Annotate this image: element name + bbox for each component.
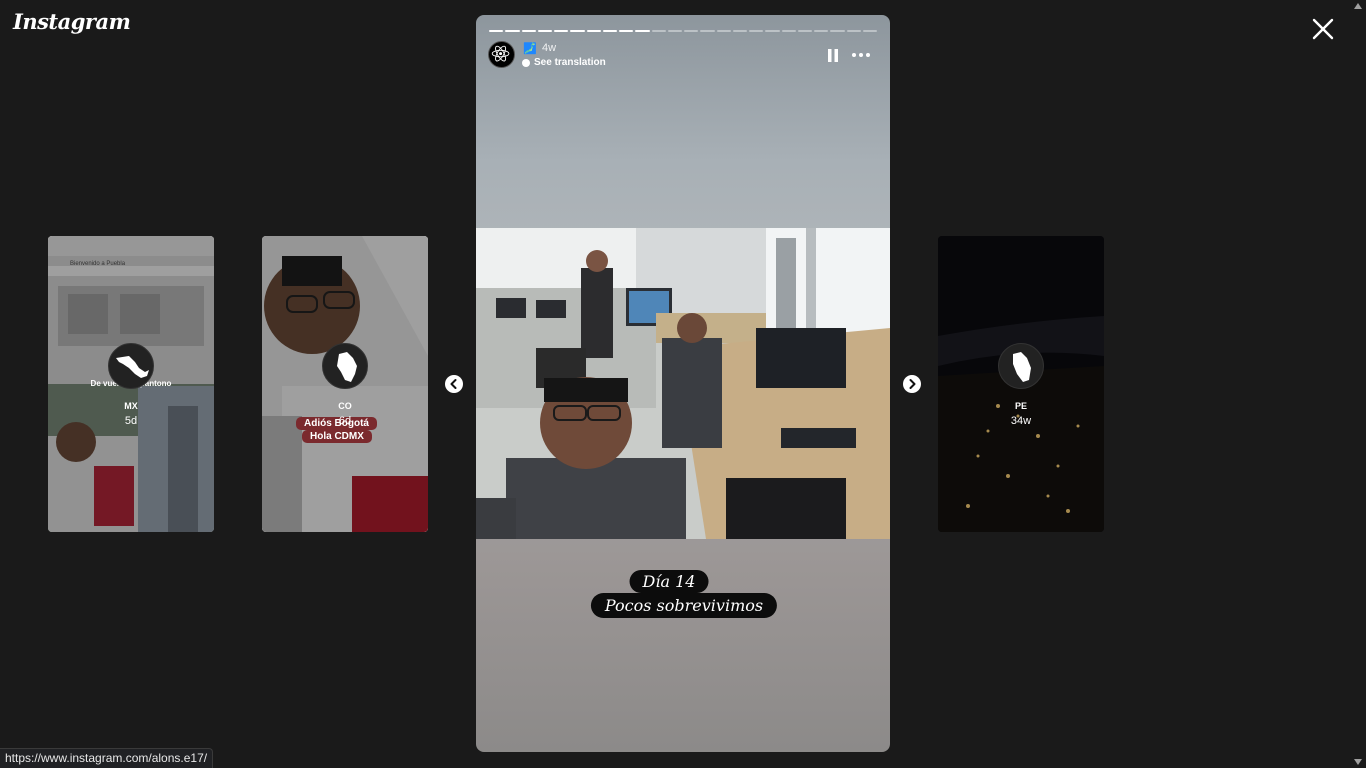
progress-segment <box>586 30 601 32</box>
progress-segment <box>554 30 569 32</box>
progress-segment <box>846 30 861 32</box>
story-viewer[interactable]: 🗾 4w See translation Día 14 Pocos sobrev… <box>476 15 890 752</box>
peru-map-icon <box>1013 352 1031 382</box>
status-bar-url: https://www.instagram.com/alons.e17/ <box>0 748 214 768</box>
preview-age: 34w <box>1010 415 1032 427</box>
progress-segment <box>797 30 812 32</box>
story-flag-icon: 🗾 <box>523 43 537 55</box>
story-preview-pe[interactable]: PE 34w <box>938 236 1104 532</box>
preview-username: CO <box>338 401 352 411</box>
colombia-map-icon <box>337 352 357 382</box>
chevron-right-icon <box>909 379 916 389</box>
preview-age: 6d <box>338 415 352 427</box>
progress-segment <box>602 30 617 32</box>
scroll-up-icon[interactable] <box>1354 3 1362 9</box>
office-selfie-image <box>476 228 890 539</box>
preview-username: MX <box>124 401 138 411</box>
progress-segment <box>521 30 536 32</box>
progress-segment <box>505 30 520 32</box>
story-progress-bar <box>489 30 877 32</box>
story-author-avatar[interactable] <box>488 41 515 68</box>
more-options-icon[interactable] <box>851 50 871 60</box>
mexico-map-avatar <box>108 343 154 389</box>
preview-age: 5d <box>124 415 138 427</box>
progress-segment <box>749 30 764 32</box>
see-translation-label: See translation <box>534 57 606 68</box>
translation-icon <box>522 58 530 67</box>
progress-segment <box>635 30 650 32</box>
progress-segment <box>814 30 829 32</box>
pause-icon[interactable] <box>827 49 839 62</box>
progress-segment <box>765 30 780 32</box>
peru-map-avatar <box>998 343 1044 389</box>
preview-sign-text: Bienvenido a Puebla <box>70 261 126 267</box>
progress-segment <box>651 30 666 32</box>
progress-segment <box>716 30 731 32</box>
story-preview-co[interactable]: Adiós Bogotá Hola CDMX CO 6d <box>262 236 428 532</box>
preview-overlay-line2: Hola CDMX <box>302 430 372 443</box>
scroll-down-icon[interactable] <box>1354 759 1362 765</box>
progress-segment <box>684 30 699 32</box>
atom-icon <box>491 45 510 62</box>
story-photo <box>476 228 890 539</box>
close-icon[interactable] <box>1310 16 1336 42</box>
see-translation-link[interactable]: See translation <box>522 57 606 68</box>
progress-segment <box>781 30 796 32</box>
mexico-map-icon <box>116 356 149 378</box>
chevron-left-icon <box>450 379 457 389</box>
progress-segment <box>489 30 504 32</box>
previous-story-button[interactable] <box>445 375 463 393</box>
progress-segment <box>700 30 715 32</box>
story-preview-mx[interactable]: Bienvenido a Puebla De vuelta en pantono… <box>48 236 214 532</box>
progress-segment <box>830 30 845 32</box>
story-timestamp: 4w <box>542 42 557 54</box>
progress-segment <box>537 30 552 32</box>
instagram-logo[interactable]: Instagram <box>13 9 131 34</box>
preview-username: PE <box>1014 401 1027 411</box>
vertical-scrollbar[interactable] <box>1351 0 1366 768</box>
story-caption-line2: Pocos sobrevivimos <box>590 593 778 618</box>
progress-segment <box>667 30 682 32</box>
progress-segment <box>732 30 747 32</box>
progress-segment <box>570 30 585 32</box>
next-story-button[interactable] <box>903 375 921 393</box>
story-caption-line1: Día 14 <box>629 570 709 593</box>
progress-segment <box>862 30 877 32</box>
progress-segment <box>619 30 634 32</box>
colombia-map-avatar <box>322 343 368 389</box>
